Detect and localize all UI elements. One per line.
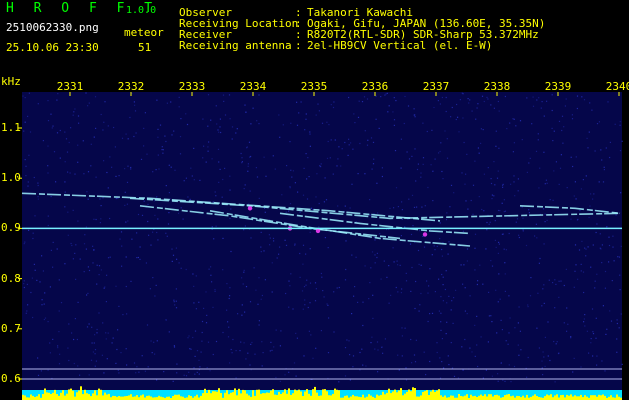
x-tick-label: 2335 [300, 80, 328, 93]
y-tick-label: 0.6 [1, 372, 21, 385]
y-axis-unit-label: kHz [1, 75, 21, 88]
info-value-antenna: 2el-HB9CV Vertical (el. E-W) [307, 39, 493, 52]
file-name: 2510062330.png [6, 21, 99, 34]
y-tick-label: 1.1 [1, 121, 21, 134]
spectrogram-plot [0, 76, 629, 400]
header-panel: H R O F F T 1.0.0 2510062330.png 25.10.0… [0, 0, 629, 76]
observation-datetime: 25.10.06 23:30 [6, 41, 99, 54]
y-tick-label: 0.9 [1, 221, 21, 234]
x-tick-label: 2340 [605, 80, 629, 93]
x-tick-label: 2338 [483, 80, 511, 93]
y-tick-label: 1.0 [1, 171, 21, 184]
spectrogram-background [22, 92, 622, 400]
x-tick-label: 2332 [117, 80, 145, 93]
x-tick-label: 2333 [178, 80, 206, 93]
meteor-label: meteor [124, 26, 164, 39]
y-tick-label: 0.8 [1, 272, 21, 285]
x-tick-label: 2331 [56, 80, 84, 93]
x-tick-label: 2334 [239, 80, 267, 93]
info-key-antenna: Receiving antenna [179, 39, 292, 52]
y-tick-label: 0.7 [1, 322, 21, 335]
x-tick-label: 2337 [422, 80, 450, 93]
meteor-count: 51 [138, 41, 152, 54]
app-version: 1.0.0 [126, 5, 157, 16]
x-tick-label: 2336 [361, 80, 389, 93]
info-sep-antenna: : [295, 39, 302, 52]
x-tick-label: 2339 [544, 80, 572, 93]
